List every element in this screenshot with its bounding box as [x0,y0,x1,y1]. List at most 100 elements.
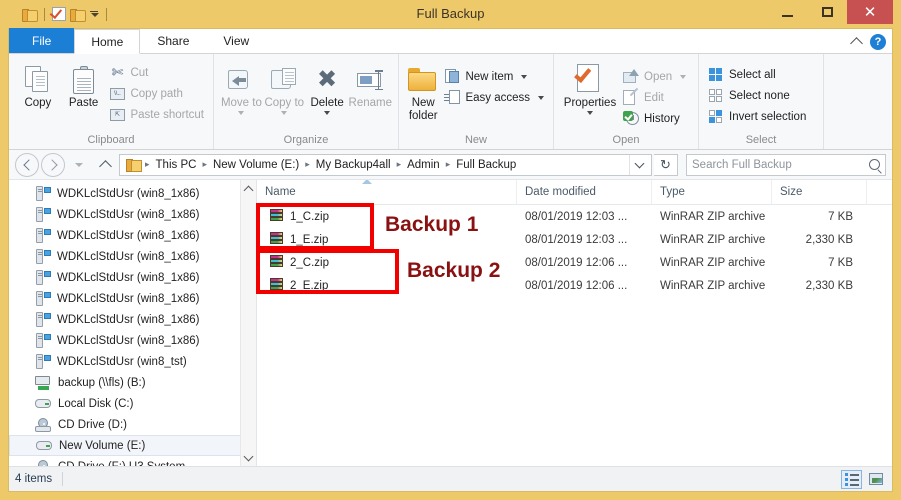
group-title-organize: Organize [283,134,329,146]
cut-button[interactable]: ✄ Cut [106,62,207,83]
select-all-button[interactable]: Select all [705,64,809,85]
file-list-pane: Name Date modified Type Size 1_C.zip 08/… [256,180,892,466]
easy-access-button[interactable]: Easy access [441,87,547,108]
group-title-open: Open [612,134,640,146]
group-title-new: New [464,134,487,146]
ribbon-tabstrip: File Home Share View ? [9,28,892,54]
close-button[interactable]: ✕ [847,0,893,24]
nav-item-backup-network[interactable]: backup (\\fls) (B:) [9,372,256,393]
properties-icon[interactable] [52,7,66,21]
help-icon[interactable]: ? [870,34,886,50]
nav-item-7[interactable]: WDKLclStdUsr (win8_1x86) [9,330,256,351]
device-icon [35,186,51,201]
rename-label: Rename [348,97,392,109]
properties-button[interactable]: Properties [560,60,620,115]
new-folder-label: New folder [408,97,438,122]
copy-path-button[interactable]: \\.. Copy path [106,83,207,104]
recent-locations-button[interactable] [67,153,91,177]
column-header-size[interactable]: Size [772,180,867,205]
column-header-name[interactable]: Name [257,180,517,205]
copy-to-icon [270,63,298,97]
nav-item-5[interactable]: WDKLclStdUsr (win8_1x86) [9,288,256,309]
collapse-ribbon-icon[interactable] [850,37,863,50]
maximize-button[interactable] [807,0,847,24]
nav-item-cd-drive-d[interactable]: CD Drive (D:) [9,414,256,435]
select-none-button[interactable]: Select none [705,85,809,106]
paste-button[interactable]: Paste [61,60,107,110]
breadcrumb[interactable]: ▸ This PC ▸ New Volume (E:) ▸ My Backup4… [119,153,652,176]
breadcrumb-dropdown-icon[interactable] [629,154,649,175]
qat-divider-1 [44,7,45,21]
nav-item-6[interactable]: WDKLclStdUsr (win8_1x86) [9,309,256,330]
copy-icon [24,63,51,97]
delete-button[interactable]: ✖ Delete [306,60,349,115]
nav-item-label: WDKLclStdUsr (win8_tst) [57,355,187,368]
select-all-icon [708,67,724,83]
rename-button[interactable]: Rename [349,60,392,110]
back-button[interactable] [15,152,39,177]
copy-path-label: Copy path [130,87,183,100]
delete-icon: ✖ [317,66,338,93]
copy-to-button[interactable]: Copy to [263,60,306,115]
move-to-icon [227,63,255,97]
column-header-type[interactable]: Type [652,180,772,205]
device-icon [35,333,51,348]
search-input[interactable]: Search Full Backup [686,153,886,176]
nav-item-cd-drive-f[interactable]: CD Drive (F:) U3 System [9,456,256,466]
forward-button[interactable] [41,152,65,177]
up-button[interactable] [93,153,117,177]
breadcrumb-item-this-pc[interactable]: This PC [151,159,202,171]
select-none-icon [708,88,724,104]
edit-icon [623,87,639,106]
breadcrumb-item-admin[interactable]: Admin [402,159,445,171]
paste-shortcut-button[interactable]: ⇱ Paste shortcut [106,104,207,125]
customize-qat-icon[interactable] [89,11,99,17]
history-button[interactable]: History [620,108,689,129]
minimize-button[interactable] [767,0,807,24]
new-item-button[interactable]: New item [441,66,547,87]
copy-button[interactable]: Copy [15,60,61,110]
scroll-up-icon[interactable] [241,180,256,197]
nav-item-label: WDKLclStdUsr (win8_1x86) [57,229,200,242]
refresh-button[interactable]: ↻ [654,153,678,176]
nav-item-2[interactable]: WDKLclStdUsr (win8_1x86) [9,225,256,246]
file-size: 2,330 KB [805,279,853,292]
folder-icon[interactable] [22,8,38,22]
new-folder-button[interactable]: New folder [405,60,441,123]
move-to-button[interactable]: Move to [220,60,263,115]
paste-label: Paste [68,97,99,109]
edit-button[interactable]: Edit [620,87,689,108]
select-none-label: Select none [729,89,790,102]
file-date: 08/01/2019 12:03 ... [525,233,628,246]
breadcrumb-item-new-volume[interactable]: New Volume (E:) [208,159,304,171]
device-icon [35,207,51,222]
navigation-scrollbar[interactable] [240,180,256,466]
new-folder-icon [407,63,439,97]
nav-item-8[interactable]: WDKLclStdUsr (win8_tst) [9,351,256,372]
column-header-date-modified[interactable]: Date modified [517,180,652,205]
large-icons-view-button[interactable] [865,470,886,489]
nav-item-1[interactable]: WDKLclStdUsr (win8_1x86) [9,204,256,225]
scroll-down-icon[interactable] [241,449,256,466]
device-icon [35,228,51,243]
nav-item-4[interactable]: WDKLclStdUsr (win8_1x86) [9,267,256,288]
nav-item-3[interactable]: WDKLclStdUsr (win8_1x86) [9,246,256,267]
nav-item-0[interactable]: WDKLclStdUsr (win8_1x86) [9,183,256,204]
tab-home[interactable]: Home [74,29,141,54]
invert-selection-icon [708,109,724,125]
invert-selection-button[interactable]: Invert selection [705,106,809,127]
search-icon[interactable] [869,159,880,170]
nav-item-label: New Volume (E:) [59,439,146,452]
nav-item-local-disk-c[interactable]: Local Disk (C:) [9,393,256,414]
open-button[interactable]: Open [620,66,689,87]
tab-share[interactable]: Share [140,28,206,53]
breadcrumb-item-full-backup[interactable]: Full Backup [451,159,521,171]
details-view-button[interactable] [841,469,862,489]
breadcrumb-item-my-backup4all[interactable]: My Backup4all [311,159,396,171]
group-title-clipboard: Clipboard [87,134,135,146]
tab-file[interactable]: File [9,28,75,53]
new-folder-icon[interactable] [70,8,86,22]
tab-view[interactable]: View [206,28,266,53]
file-date: 08/01/2019 12:03 ... [525,210,628,223]
nav-item-new-volume-e[interactable]: New Volume (E:) [9,435,256,456]
